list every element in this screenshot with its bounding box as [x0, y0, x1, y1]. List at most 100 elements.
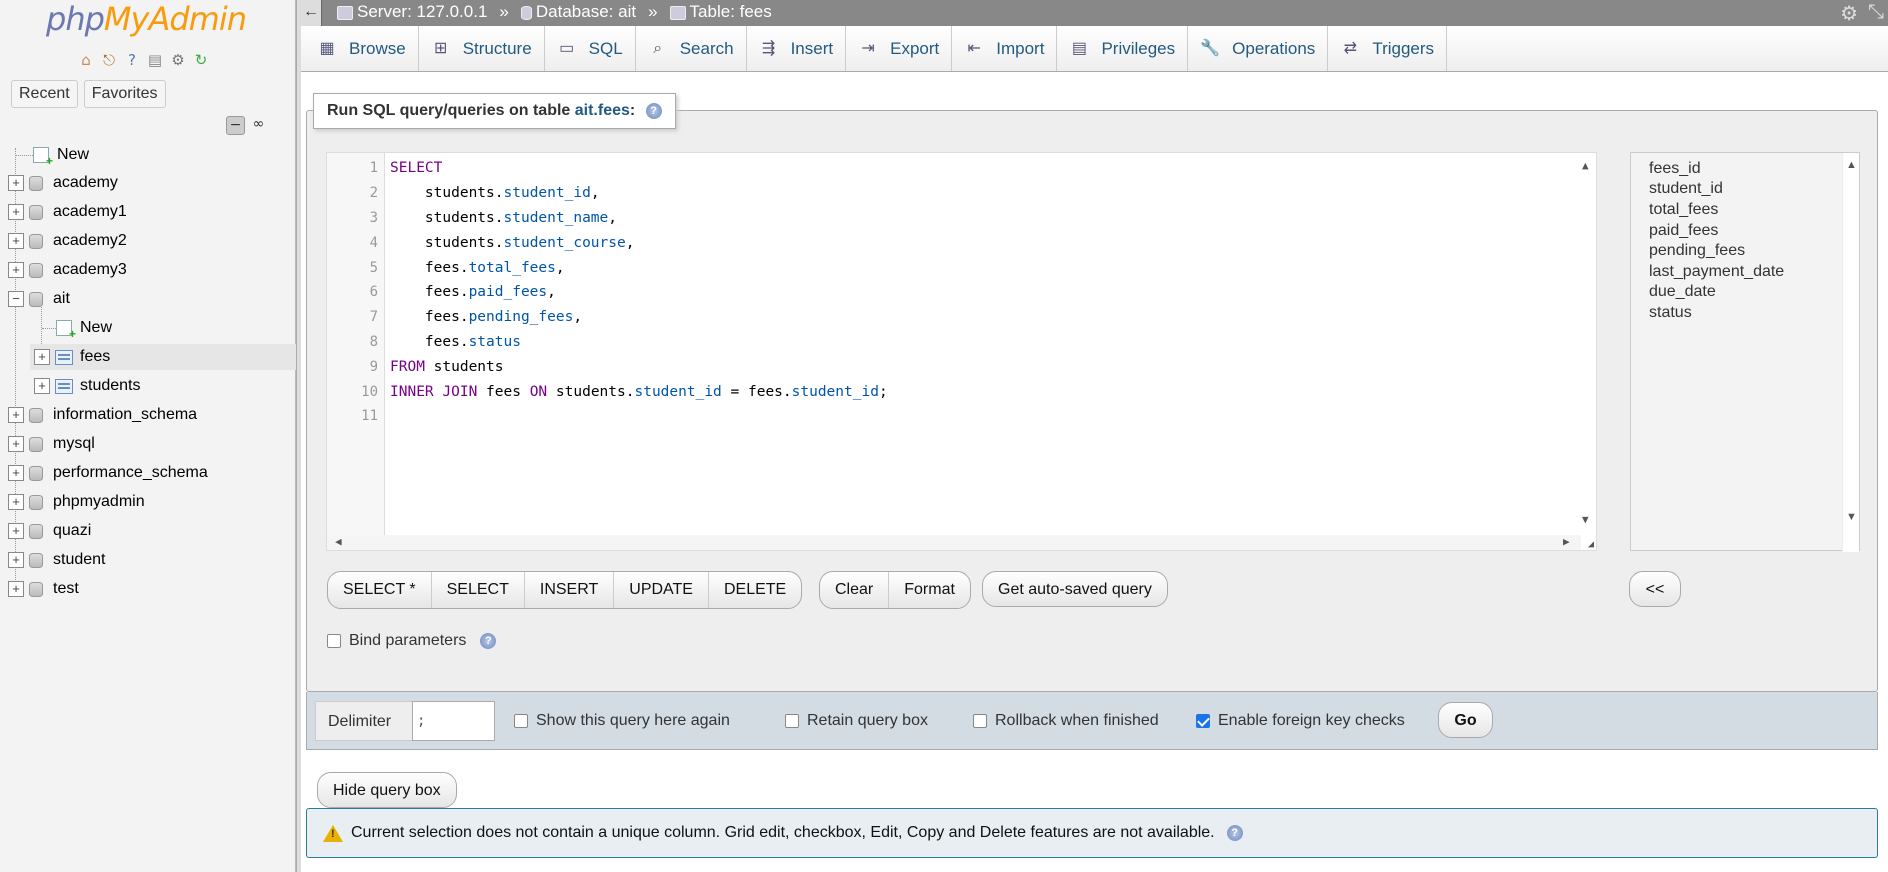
- settings-icon[interactable]: ⚙: [168, 50, 188, 70]
- help-icon[interactable]: ?: [1226, 825, 1243, 841]
- expand-icon[interactable]: +: [8, 436, 24, 452]
- rollback-option[interactable]: Rollback when finished: [973, 712, 1159, 730]
- column-option[interactable]: fees_id: [1649, 160, 1701, 178]
- docs-icon[interactable]: ▤: [145, 50, 165, 70]
- tree-item-academy3[interactable]: + academy3: [8, 257, 127, 283]
- tree-item-ait[interactable]: − ait: [8, 286, 70, 312]
- scroll-up-icon[interactable]: ▲: [1846, 159, 1857, 171]
- rollback-checkbox[interactable]: [973, 714, 987, 728]
- get-auto-saved-query-button[interactable]: Get auto-saved query: [982, 571, 1168, 607]
- tab-operations[interactable]: 🔧 Operations: [1188, 26, 1329, 71]
- column-option[interactable]: status: [1649, 304, 1692, 322]
- scroll-down-icon[interactable]: ▼: [1582, 513, 1589, 526]
- link-with-main-icon[interactable]: ∞: [249, 116, 268, 135]
- expand-icon[interactable]: +: [8, 494, 24, 510]
- tree-item-phpmyadmin[interactable]: + phpmyadmin: [8, 489, 145, 515]
- expand-icon[interactable]: +: [8, 465, 24, 481]
- tree-item-students[interactable]: + students: [34, 373, 140, 399]
- select-star-button[interactable]: SELECT *: [328, 572, 432, 608]
- bind-parameters-checkbox[interactable]: [327, 634, 341, 648]
- scroll-left-icon[interactable]: ◀: [335, 535, 342, 548]
- table-link[interactable]: ait.fees: [575, 102, 630, 119]
- editor-horizontal-scrollbar[interactable]: ◀ ▶: [327, 535, 1581, 550]
- tab-import[interactable]: ⇤ Import: [952, 26, 1058, 71]
- show-query-again-option[interactable]: Show this query here again: [514, 712, 730, 730]
- foreign-key-checks-option[interactable]: Enable foreign key checks: [1196, 712, 1405, 730]
- tree-item-information-schema[interactable]: + information_schema: [8, 402, 197, 428]
- tab-insert[interactable]: ⇶ Insert: [747, 26, 847, 71]
- tab-structure[interactable]: ⊞ Structure: [419, 26, 545, 71]
- collapse-icon[interactable]: ⤡: [1868, 1, 1884, 26]
- clear-button[interactable]: Clear: [820, 572, 890, 608]
- help-icon[interactable]: ?: [122, 50, 142, 70]
- favorites-tab[interactable]: Favorites: [83, 80, 166, 108]
- expand-icon[interactable]: +: [8, 407, 24, 423]
- column-option[interactable]: due_date: [1649, 283, 1716, 301]
- tree-item-performance-schema[interactable]: + performance_schema: [8, 460, 208, 486]
- expand-icon[interactable]: +: [8, 523, 24, 539]
- collapse-icon[interactable]: −: [8, 291, 24, 307]
- scroll-right-icon[interactable]: ▶: [1563, 535, 1570, 548]
- column-list-scrollbar[interactable]: ▲ ▼: [1842, 153, 1859, 552]
- tree-item-mysql[interactable]: + mysql: [8, 431, 95, 457]
- select-button[interactable]: SELECT: [432, 572, 525, 608]
- foreign-key-checks-checkbox[interactable]: [1196, 714, 1210, 728]
- reload-icon[interactable]: ↻: [191, 50, 211, 70]
- breadcrumb-server[interactable]: Server: 127.0.0.1: [337, 2, 487, 22]
- sql-editor[interactable]: 1 2 3 4 5 6 7 8 9 10 11 SELECT students.…: [326, 152, 1597, 551]
- expand-icon[interactable]: +: [8, 233, 24, 249]
- collapse-all-icon[interactable]: −: [226, 116, 245, 135]
- expand-icon[interactable]: +: [8, 581, 24, 597]
- expand-icon[interactable]: +: [34, 349, 50, 365]
- tree-item-quazi[interactable]: + quazi: [8, 518, 91, 544]
- hide-query-box-button[interactable]: Hide query box: [317, 772, 457, 808]
- logout-icon[interactable]: ⎋: [99, 50, 119, 70]
- tab-export[interactable]: ⇥ Export: [846, 26, 953, 71]
- delete-button[interactable]: DELETE: [709, 572, 801, 608]
- go-button[interactable]: Go: [1438, 702, 1493, 738]
- expand-icon[interactable]: +: [8, 204, 24, 220]
- column-option[interactable]: total_fees: [1649, 201, 1718, 219]
- retain-query-box-checkbox[interactable]: [785, 714, 799, 728]
- retain-query-box-option[interactable]: Retain query box: [785, 712, 928, 730]
- column-option[interactable]: pending_fees: [1649, 242, 1745, 260]
- expand-icon[interactable]: +: [8, 552, 24, 568]
- column-option[interactable]: last_payment_date: [1649, 263, 1784, 281]
- tree-item-academy[interactable]: + academy: [8, 170, 118, 196]
- breadcrumb-database[interactable]: Database: ait: [520, 2, 636, 22]
- phpmyadmin-logo[interactable]: phpMyAdmin: [46, 0, 247, 38]
- editor-vertical-scrollbar[interactable]: ▲ ▼: [1579, 153, 1596, 537]
- settings-icon[interactable]: ⚙: [1840, 1, 1858, 26]
- help-icon[interactable]: ?: [645, 102, 662, 119]
- tree-item-ait-new[interactable]: New: [42, 315, 112, 341]
- breadcrumb-table[interactable]: Table: fees: [669, 2, 772, 22]
- recent-tab[interactable]: Recent: [11, 80, 78, 108]
- expand-icon[interactable]: +: [34, 378, 50, 394]
- tree-item-fees[interactable]: + fees: [30, 344, 296, 370]
- show-query-again-checkbox[interactable]: [514, 714, 528, 728]
- tab-sql[interactable]: ▭ SQL: [545, 26, 636, 71]
- column-option[interactable]: paid_fees: [1649, 222, 1718, 240]
- tree-item-academy2[interactable]: + academy2: [8, 228, 127, 254]
- nav-resizer[interactable]: [296, 0, 301, 872]
- home-icon[interactable]: ⌂: [76, 50, 96, 70]
- tab-triggers[interactable]: ⇄ Triggers: [1328, 26, 1448, 71]
- expand-icon[interactable]: +: [8, 262, 24, 278]
- tree-item-academy1[interactable]: + academy1: [8, 199, 127, 225]
- format-button[interactable]: Format: [889, 572, 970, 608]
- collapse-nav-icon[interactable]: ←: [301, 0, 322, 26]
- tab-browse[interactable]: ▦ Browse: [305, 26, 419, 71]
- resize-handle-icon[interactable]: ◢: [1588, 539, 1594, 550]
- help-icon[interactable]: ?: [480, 633, 497, 649]
- tree-item-new[interactable]: New: [16, 142, 89, 168]
- expand-icon[interactable]: +: [8, 175, 24, 191]
- scroll-up-icon[interactable]: ▲: [1582, 159, 1589, 172]
- tab-privileges[interactable]: ▤ Privileges: [1057, 26, 1189, 71]
- insert-button[interactable]: INSERT: [525, 572, 615, 608]
- scroll-down-icon[interactable]: ▼: [1846, 511, 1857, 523]
- tree-item-student[interactable]: + student: [8, 547, 105, 573]
- update-button[interactable]: UPDATE: [614, 572, 709, 608]
- tab-search[interactable]: ⌕ Search: [636, 26, 747, 71]
- tree-item-test[interactable]: + test: [8, 576, 79, 602]
- insert-column-button[interactable]: <<: [1629, 571, 1681, 607]
